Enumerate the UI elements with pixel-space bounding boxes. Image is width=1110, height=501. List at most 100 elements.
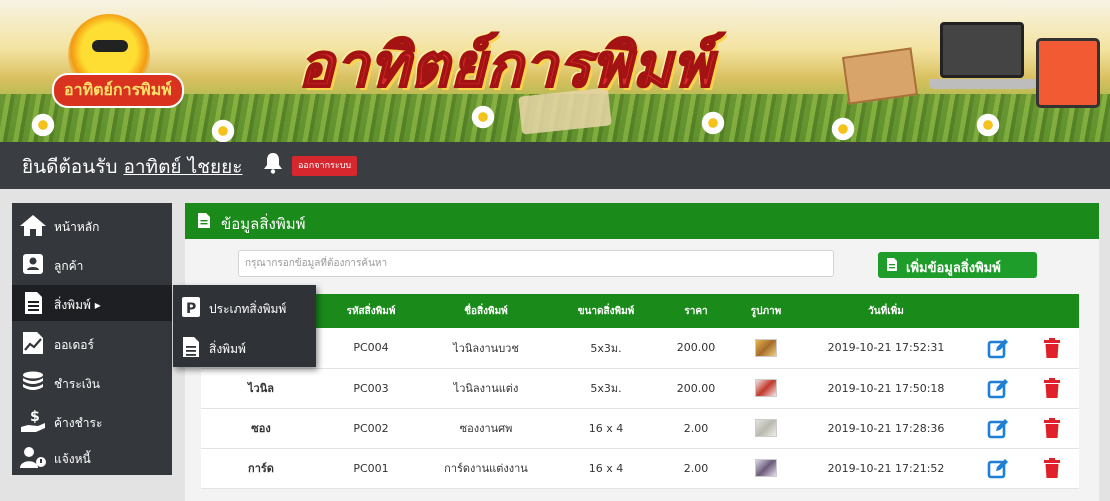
cell-name: ไวนิลงานบวช	[453, 341, 519, 355]
trash-icon[interactable]	[1041, 457, 1063, 479]
cell-delete	[1025, 368, 1079, 408]
search-input[interactable]	[238, 250, 834, 277]
submenu-item-publication-types[interactable]: P ประเภทสิ่งพิมพ์	[173, 287, 316, 327]
cell-size: 5x3ม.	[590, 382, 622, 395]
cell-image	[731, 408, 801, 448]
cell-price: 2.00	[683, 461, 709, 475]
column-header-delete	[1025, 294, 1079, 328]
sidebar-item-home[interactable]: หน้าหลัก	[12, 207, 172, 243]
trash-icon[interactable]	[1041, 337, 1063, 359]
edit-icon[interactable]	[987, 337, 1009, 359]
thumbnail-image[interactable]	[755, 379, 777, 397]
cell-name: ไวนิลงานแต่ง	[453, 382, 519, 395]
cell-edit	[971, 368, 1025, 408]
sidebar-item-label: ออเดอร์	[54, 338, 94, 352]
submenu-item-label: ประเภทสิ่งพิมพ์	[209, 302, 287, 316]
thumbnail-image[interactable]	[755, 419, 777, 437]
add-publication-button[interactable]: เพิ่มข้อมูลสิ่งพิมพ์	[878, 252, 1037, 278]
cell-size: 16 x 4	[588, 421, 624, 435]
p-parking-icon: P	[182, 297, 200, 317]
submenu-item-label: สิ่งพิมพ์	[209, 342, 246, 356]
column-header-name: ชื่อสิ่งพิมพ์	[464, 305, 508, 317]
trash-icon[interactable]	[1041, 377, 1063, 399]
column-header-code: รหัสสิ่งพิมพ์	[346, 305, 396, 317]
username-link[interactable]: อาทิตย์ ไชยยะ	[123, 156, 242, 178]
sidebar-item-publications[interactable]: สิ่งพิมพ์ ▸	[12, 285, 172, 321]
hand-dollar-icon: $	[21, 409, 45, 432]
welcome-label: ยินดีต้อนรับ	[22, 156, 118, 178]
thumbnail-image[interactable]	[755, 338, 777, 357]
magazine-image	[842, 47, 918, 105]
banner-title: อาทิตย์การพิมพ์	[297, 30, 714, 102]
panel-header: ข้อมูลสิ่งพิมพ์	[185, 203, 1099, 239]
sunglasses-icon	[92, 40, 128, 52]
logo-text[interactable]: อาทิตย์การพิมพ์	[52, 73, 184, 108]
cell-code: PC001	[353, 461, 389, 475]
banner-flower	[30, 112, 56, 138]
cell-image	[731, 448, 801, 488]
table-header-row: รหัสสิ่งพิมพ์ ชื่อสิ่งพิมพ์ ขนาดสิ่งพิมพ…	[201, 294, 1079, 328]
panel-title: ข้อมูลสิ่งพิมพ์	[221, 215, 306, 233]
submenu-item-publications[interactable]: สิ่งพิมพ์	[173, 327, 316, 367]
publications-submenu: P ประเภทสิ่งพิมพ์ สิ่งพิมพ์	[173, 285, 316, 367]
sidebar: หน้าหลัก ลูกค้า สิ่งพิมพ์ ▸ ออเดอร์ ชำระ…	[12, 203, 172, 475]
sidebar-item-customer[interactable]: ลูกค้า	[12, 246, 172, 282]
banner-flower	[975, 112, 1001, 138]
coins-icon	[23, 371, 43, 390]
cell-edit	[971, 328, 1025, 368]
trash-icon[interactable]	[1041, 417, 1063, 439]
chart-icon	[23, 332, 43, 354]
sidebar-item-orders[interactable]: ออเดอร์	[12, 325, 172, 361]
document-icon	[25, 292, 42, 314]
cell-edit	[971, 408, 1025, 448]
cell-size: 5x3ม.	[590, 341, 622, 355]
sidebar-item-outstanding[interactable]: $ ค้างชำระ	[12, 403, 172, 439]
sidebar-item-invoice[interactable]: แจ้งหนี้	[12, 439, 172, 475]
table-row: ซอง PC002 ซองงานศพ 16 x 4 2.00 2019-10-2…	[201, 408, 1079, 448]
edit-icon[interactable]	[987, 457, 1009, 479]
cell-date: 2019-10-21 17:28:36	[827, 421, 945, 435]
cell-delete	[1025, 448, 1079, 488]
cell-type: ไวนิล	[248, 382, 274, 395]
welcome-text: ยินดีต้อนรับ อาทิตย์ ไชยยะ	[22, 152, 243, 182]
svg-text:$: $	[30, 409, 40, 425]
thumbnail-image[interactable]	[755, 459, 777, 477]
cell-type: ซอง	[251, 422, 271, 435]
column-header-edit	[971, 294, 1025, 328]
sidebar-item-label: ลูกค้า	[54, 259, 84, 273]
laptop-image	[929, 22, 1037, 89]
edit-icon[interactable]	[987, 417, 1009, 439]
cell-name: ซองงานศพ	[459, 422, 513, 435]
column-header-date: วันที่เพิ่ม	[868, 305, 904, 317]
bell-icon[interactable]	[263, 152, 283, 174]
table-row: การ์ด PC001 การ์ดงานแต่งงาน 16 x 4 2.00 …	[201, 448, 1079, 488]
sidebar-item-label: สิ่งพิมพ์ ▸	[54, 298, 101, 312]
cell-code: PC004	[353, 341, 389, 355]
tablet-image	[1036, 38, 1100, 108]
edit-icon[interactable]	[987, 377, 1009, 399]
publications-table: รหัสสิ่งพิมพ์ ชื่อสิ่งพิมพ์ ขนาดสิ่งพิมพ…	[201, 294, 1079, 489]
cell-size: 16 x 4	[588, 461, 624, 475]
cell-price: 200.00	[676, 341, 716, 355]
logout-button[interactable]: ออกจากระบบ	[292, 156, 358, 176]
cell-price: 200.00	[676, 381, 716, 395]
cell-code: PC003	[353, 381, 389, 395]
sidebar-item-label: ค้างชำระ	[54, 416, 103, 430]
sidebar-item-payment[interactable]: ชำระเงิน	[12, 364, 172, 400]
cell-date: 2019-10-21 17:50:18	[827, 381, 945, 395]
banner-flower	[830, 116, 856, 142]
cell-delete	[1025, 408, 1079, 448]
cell-image	[731, 328, 801, 368]
home-icon	[20, 215, 46, 236]
svg-text:P: P	[186, 301, 196, 317]
banner-flower	[700, 110, 726, 136]
cell-date: 2019-10-21 17:52:31	[827, 341, 945, 355]
column-header-size: ขนาดสิ่งพิมพ์	[577, 305, 635, 317]
cell-name: การ์ดงานแต่งงาน	[444, 462, 528, 475]
column-header-price: ราคา	[684, 305, 708, 317]
top-bar: ยินดีต้อนรับ อาทิตย์ ไชยยะ ออกจากระบบ	[0, 142, 1110, 189]
main-panel: ข้อมูลสิ่งพิมพ์ เพิ่มข้อมูลสิ่งพิมพ์ รหั…	[185, 203, 1099, 501]
cell-edit	[971, 448, 1025, 488]
cell-price: 2.00	[683, 421, 709, 435]
sidebar-item-label: หน้าหลัก	[54, 220, 100, 234]
